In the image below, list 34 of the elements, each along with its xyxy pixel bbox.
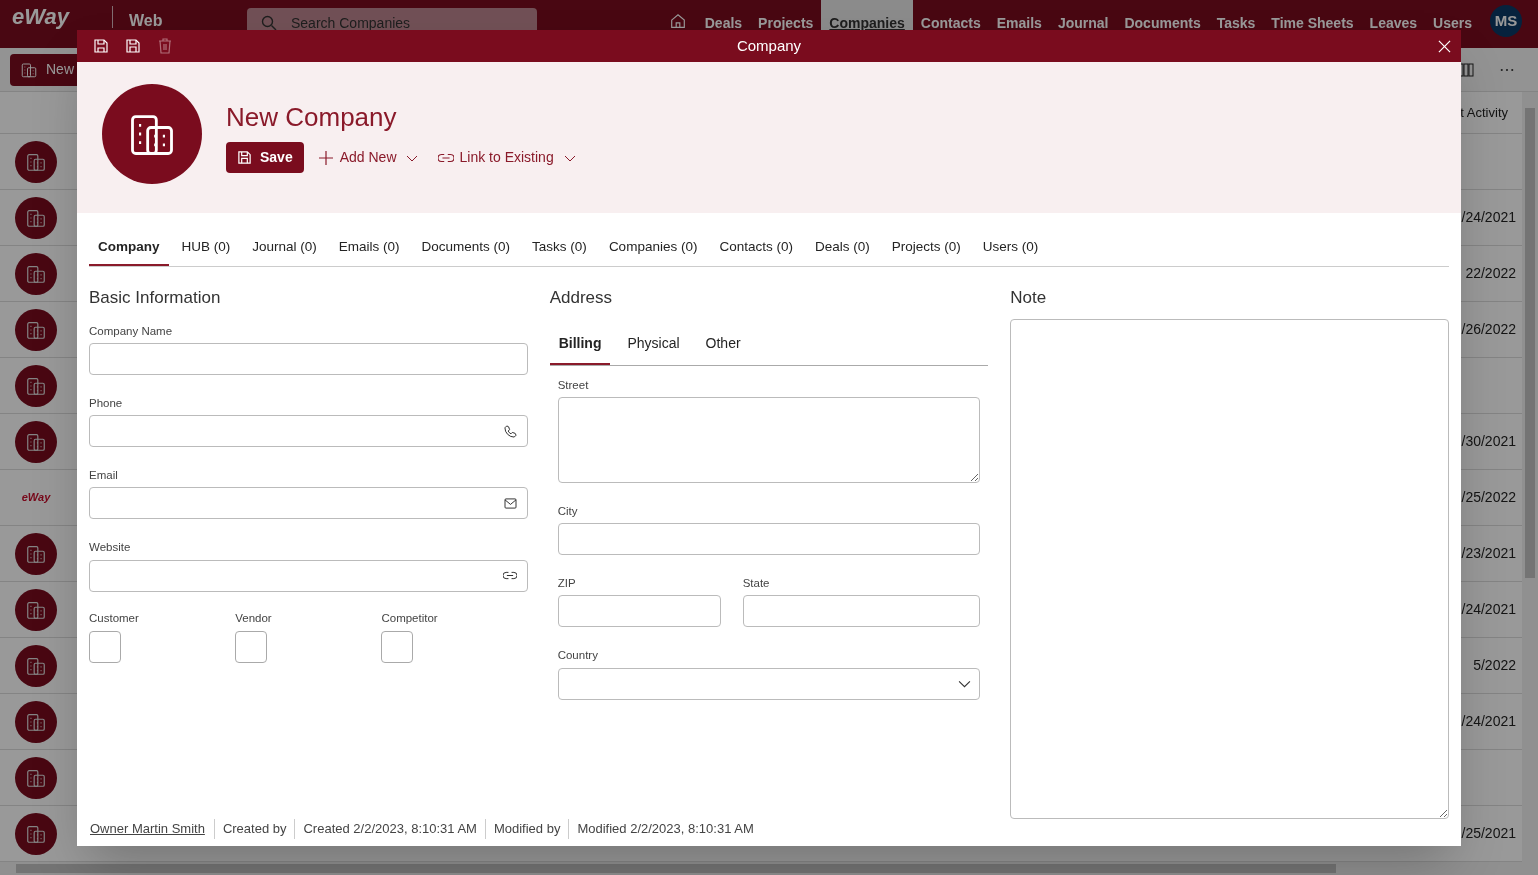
field-label: State — [742, 576, 771, 591]
field-label: Phone — [89, 395, 124, 411]
activity-date: /24/2021 — [1461, 208, 1516, 227]
activity-date: /25/2022 — [1461, 488, 1516, 507]
field-label: Street — [557, 377, 590, 393]
activity-date: /25/2021 — [1461, 824, 1516, 843]
field-label: Vendor — [235, 610, 273, 626]
section-title: Basic Information — [89, 287, 222, 309]
field-label: City — [557, 503, 579, 519]
field-label: Customer — [89, 610, 140, 626]
field-label: Company Name — [89, 323, 174, 339]
record-title: New Company — [226, 101, 398, 134]
field-label: Competitor — [381, 610, 439, 626]
field-label: Country — [557, 648, 599, 664]
activity-date: 5/2022 — [1473, 656, 1516, 675]
dialog-title: Company — [736, 35, 802, 56]
section-title: Address — [549, 287, 614, 309]
activity-date: /23/2021 — [1461, 544, 1516, 563]
footer-text: Created by — [221, 819, 288, 838]
footer-text: Created 2/2/2023, 8:10:31 AM — [302, 819, 478, 838]
field-label: ZIP — [557, 576, 577, 591]
logo-text: eWay — [12, 6, 71, 28]
footer-text: Modified by — [492, 819, 562, 838]
activity-date: /24/2021 — [1461, 712, 1516, 731]
logo-text: eWay — [21, 490, 51, 506]
activity-date: /24/2021 — [1461, 600, 1516, 619]
footer-text: Modified 2/2/2023, 8:10:31 AM — [576, 819, 755, 838]
activity-date: 22/2022 — [1465, 264, 1516, 283]
activity-date: /30/2021 — [1461, 432, 1516, 451]
activity-date: /26/2022 — [1461, 320, 1516, 339]
field-label: Email — [89, 468, 119, 483]
section-title: Web — [129, 11, 164, 31]
section-title: Note — [1010, 287, 1048, 309]
field-label: Website — [89, 540, 132, 556]
